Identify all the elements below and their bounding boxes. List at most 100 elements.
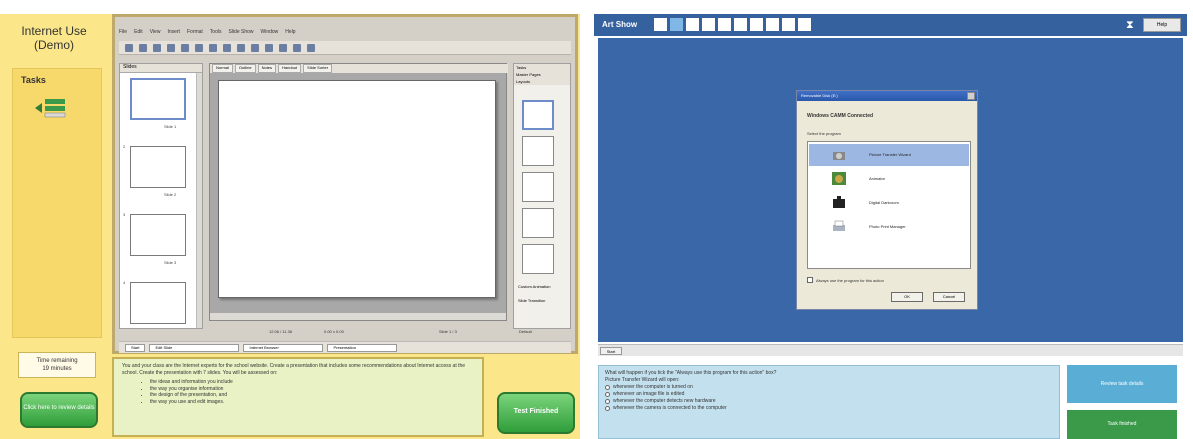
answer-option[interactable]: whenever the camera is connected to the … (605, 405, 1053, 412)
help-button[interactable]: Help (1143, 18, 1181, 32)
new-icon[interactable] (125, 43, 133, 52)
screen: Internet Use (Demo) Tasks Time remaining… (0, 0, 1193, 439)
taskbar-internet-browser[interactable]: Internet Browser (243, 343, 324, 352)
tab-notes[interactable]: Notes (257, 64, 277, 73)
time-remaining-value: 19 minutes (42, 366, 72, 372)
slide-label: Slide 3 (164, 260, 177, 265)
slide-number: 3 (123, 212, 126, 217)
layout-thumbnail[interactable] (522, 244, 554, 274)
question-subtext: Picture Transfer Wizard will open: (605, 377, 680, 383)
open-icon[interactable] (139, 43, 147, 52)
review-details-button[interactable]: Click here to review details (20, 392, 98, 428)
review-task-details-button[interactable]: Review task details (1067, 365, 1177, 403)
progress-square (782, 18, 795, 31)
answer-option[interactable]: whenever the computer is turned on (605, 384, 1053, 391)
ok-button[interactable]: OK (891, 292, 923, 302)
tab-slide-sorter[interactable]: Slide Sorter (303, 64, 333, 73)
layout-thumbnail[interactable] (522, 100, 554, 130)
radio-button[interactable] (605, 385, 610, 390)
custom-animation-link[interactable]: Custom Animation (518, 284, 550, 289)
layout-thumbnail[interactable] (522, 136, 554, 166)
test-finished-button[interactable]: Test Finished (497, 392, 575, 434)
animator-icon (832, 172, 846, 185)
left-sidebar: Internet Use (Demo) Tasks Time remaining… (0, 14, 108, 439)
tab-handout[interactable]: Handout (278, 64, 302, 73)
redo-icon[interactable] (237, 43, 245, 52)
table-icon[interactable] (251, 43, 259, 52)
question-panel: What will happen if you tick the "Always… (598, 365, 1060, 439)
slide-show-icon[interactable] (279, 43, 287, 52)
layout-thumbnail[interactable] (522, 208, 554, 238)
taskbar-presentation[interactable]: Presentation (327, 343, 398, 352)
menu-help[interactable]: Help (285, 29, 295, 39)
print-icon[interactable] (167, 43, 175, 52)
slide-thumbnail[interactable] (130, 146, 186, 188)
slide-thumbnail[interactable] (130, 78, 186, 120)
editor-hscrollbar[interactable] (210, 313, 506, 320)
dialog-heading: Windows CAMM Connected (807, 113, 874, 119)
taskbar: Start (598, 344, 1183, 356)
slide-thumbnail[interactable] (130, 282, 186, 324)
program-item-animator[interactable]: Animator (809, 168, 969, 190)
program-item-digital-darkroom[interactable]: Digital Darkroom (809, 192, 969, 214)
menu-view[interactable]: View (150, 29, 161, 39)
time-remaining-box: Time remaining 19 minutes (18, 352, 96, 378)
progress-indicator (654, 18, 811, 31)
menu-insert[interactable]: Insert (167, 29, 180, 39)
chart-icon[interactable] (265, 43, 273, 52)
tasks-pane-layouts[interactable]: Layouts (514, 78, 570, 85)
help-icon[interactable] (307, 43, 315, 52)
save-icon[interactable] (153, 43, 161, 52)
status-layout: Default (519, 329, 532, 334)
tasks-pane-master-pages[interactable]: Master Pages (514, 71, 570, 78)
answer-option[interactable]: whenever the computer detects new hardwa… (605, 398, 1053, 405)
start-button[interactable]: Start (125, 343, 146, 352)
undo-icon[interactable] (223, 43, 231, 52)
tab-normal[interactable]: Normal (212, 64, 233, 73)
option-label: whenever the computer is turned on (613, 384, 693, 390)
option-label: whenever the camera is connected to the … (613, 405, 727, 411)
radio-button[interactable] (605, 392, 610, 397)
presentation-app-window: File Edit View Insert Format Tools Slide… (112, 14, 578, 354)
toolbar (119, 41, 571, 55)
cut-icon[interactable] (181, 43, 189, 52)
test-title: Art Show (602, 20, 638, 29)
progress-square (734, 18, 747, 31)
start-button[interactable]: Start (600, 347, 622, 355)
checkbox-label: Always use the program for this action (816, 277, 884, 283)
slide-thumbnail[interactable] (130, 214, 186, 256)
program-label: Animator (869, 176, 886, 181)
question-text: What will happen if you tick the "Always… (605, 370, 777, 376)
program-item-picture-transfer[interactable]: Picture Transfer Wizard (809, 144, 969, 166)
task-finished-button[interactable]: Task finished (1067, 410, 1177, 439)
answer-option[interactable]: whenever an image file is edited (605, 391, 1053, 398)
radio-button[interactable] (605, 399, 610, 404)
taskbar-edit-slide[interactable]: Edit Slide (149, 343, 240, 352)
menu-window[interactable]: Window (261, 29, 279, 39)
menu-slide-show[interactable]: Slide Show (228, 29, 253, 39)
slides-scrollbar[interactable] (196, 73, 202, 328)
slides-pane-title: Slides (120, 64, 202, 73)
slide-label: Slide 2 (164, 192, 177, 197)
radio-button[interactable] (605, 406, 610, 411)
menu-format[interactable]: Format (187, 29, 203, 39)
layout-thumbnail[interactable] (522, 172, 554, 202)
menu-tools[interactable]: Tools (210, 29, 222, 39)
cancel-button[interactable]: Cancel (933, 292, 965, 302)
always-use-checkbox[interactable]: Always use the program for this action (807, 277, 884, 283)
option-label: whenever an image file is edited (613, 391, 685, 397)
task-icon[interactable] (33, 97, 69, 119)
close-icon[interactable] (967, 92, 975, 100)
zoom-icon[interactable] (293, 43, 301, 52)
slide-transition-link[interactable]: Slide Transition (518, 298, 545, 303)
copy-icon[interactable] (195, 43, 203, 52)
menu-edit[interactable]: Edit (134, 29, 143, 39)
slide-canvas[interactable] (218, 80, 496, 298)
progress-square (654, 18, 667, 31)
checkbox-box[interactable] (807, 277, 813, 283)
menubar: File Edit View Insert Format Tools Slide… (119, 29, 569, 39)
paste-icon[interactable] (209, 43, 217, 52)
menu-file[interactable]: File (119, 29, 127, 39)
program-item-photo-print[interactable]: Photo Print Manager (809, 216, 969, 238)
tab-outline[interactable]: Outline (234, 64, 256, 73)
